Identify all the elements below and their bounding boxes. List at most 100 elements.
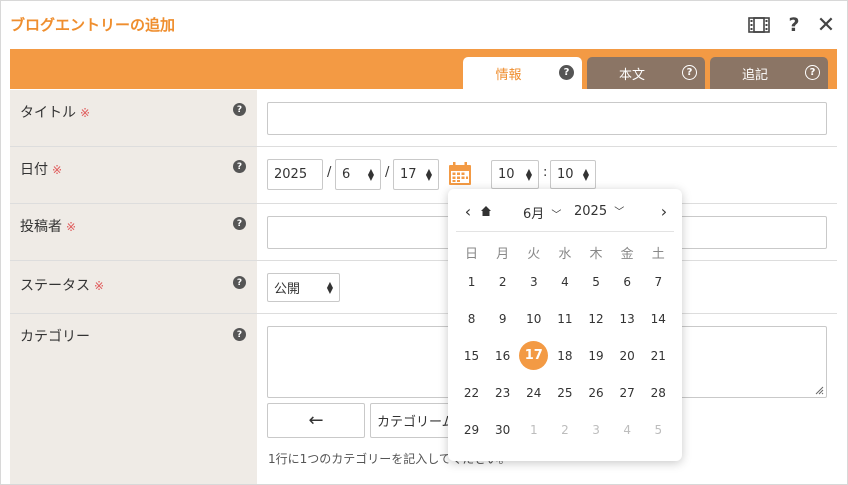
calendar-icon[interactable] <box>447 161 473 187</box>
date-label: 日付 ※ <box>20 162 63 178</box>
day-cell[interactable]: 10 <box>518 304 549 334</box>
day-cell-next-month[interactable]: 3 <box>581 415 612 445</box>
home-icon[interactable] <box>478 202 494 220</box>
film-icon[interactable] <box>747 13 771 37</box>
day-cell[interactable]: 5 <box>581 267 612 297</box>
title-input[interactable] <box>267 102 827 135</box>
day-cell[interactable]: 20 <box>612 341 643 371</box>
day-cell[interactable]: 11 <box>549 304 580 334</box>
day-cell[interactable]: 3 <box>518 267 549 297</box>
day-cell[interactable]: 23 <box>487 378 518 408</box>
week-row: 15 16 17 18 19 20 21 <box>456 337 674 374</box>
datepicker-grid: 日 月 火 水 木 金 土 1 2 3 4 5 6 7 8 9 10 11 12… <box>456 241 674 448</box>
help-icon[interactable]: ? <box>782 13 806 37</box>
row-label-title: タイトル ※ ? <box>10 90 257 146</box>
form-row-date: 日付 ※ ? 2025 / 6 ▲ ▼ / 17 ▲ ▼ 10 ▲ ▼: 10… <box>10 147 837 204</box>
day-cell[interactable]: 25 <box>549 378 580 408</box>
category-help-icon[interactable]: ? <box>233 328 246 341</box>
tab-body-help-icon[interactable]: ? <box>682 65 697 80</box>
select-arrows-icon: ▲ ▼ <box>326 279 333 295</box>
day-select[interactable]: 17 ▲ ▼ <box>393 159 439 190</box>
month-dropdown-label: 6月 <box>523 207 545 222</box>
form-row-category: カテゴリー ? ← カテゴリーム 1行に1つのカテゴリーを記入してください。 <box>10 314 837 484</box>
day-cell[interactable]: 13 <box>612 304 643 334</box>
year-input[interactable]: 2025 <box>267 159 323 190</box>
day-cell[interactable]: 1 <box>456 267 487 297</box>
month-select[interactable]: 6 ▲ ▼ <box>335 159 381 190</box>
week-row: 22 23 24 25 26 27 28 <box>456 374 674 411</box>
datepicker-divider <box>456 231 674 232</box>
author-help-icon[interactable]: ? <box>233 217 246 230</box>
hour-value: 10 <box>498 167 515 182</box>
dialog-title: ブログエントリーの追加 <box>10 16 176 34</box>
day-cell[interactable]: 2 <box>487 267 518 297</box>
tab-info-label: 情報 <box>495 67 522 83</box>
day-cell[interactable]: 7 <box>643 267 674 297</box>
day-cell[interactable]: 4 <box>549 267 580 297</box>
month-dropdown[interactable]: 6月 ﹀ <box>523 203 561 222</box>
required-mark: ※ <box>52 163 63 177</box>
author-label: 投稿者 ※ <box>20 219 77 235</box>
tab-extra-label: 追記 <box>741 67 768 83</box>
day-cell[interactable]: 27 <box>612 378 643 408</box>
day-cell-next-month[interactable]: 2 <box>549 415 580 445</box>
day-cell-next-month[interactable]: 4 <box>612 415 643 445</box>
weekday-label: 月 <box>496 246 510 262</box>
day-cell-selected[interactable]: 17 <box>518 341 549 371</box>
day-cell-next-month[interactable]: 5 <box>643 415 674 445</box>
day-cell[interactable]: 8 <box>456 304 487 334</box>
dialog-titlebar: ブログエントリーの追加 ? ✕ <box>1 1 847 49</box>
day-cell[interactable]: 19 <box>581 341 612 371</box>
weekday-label: 木 <box>589 246 603 262</box>
day-cell[interactable]: 28 <box>643 378 674 408</box>
tab-extra-help-icon[interactable]: ? <box>805 65 820 80</box>
status-select[interactable]: 公開 ▲ ▼ <box>267 273 340 302</box>
row-label-author: 投稿者 ※ ? <box>10 204 257 260</box>
day-cell[interactable]: 14 <box>643 304 674 334</box>
add-blog-entry-dialog: ブログエントリーの追加 ? ✕ 情報 ? 本文 ? 追記 ? タイトル ※ ? … <box>0 0 848 485</box>
minute-select[interactable]: 10 ▲ ▼ <box>550 160 596 189</box>
day-cell[interactable]: 29 <box>456 415 487 445</box>
day-cell[interactable]: 24 <box>518 378 549 408</box>
time-separator: : <box>543 165 548 180</box>
weekday-label: 水 <box>558 246 572 262</box>
chevron-right-icon[interactable]: › <box>656 201 672 221</box>
day-cell[interactable]: 12 <box>581 304 612 334</box>
day-cell[interactable]: 21 <box>643 341 674 371</box>
tab-extra[interactable]: 追記 ? <box>710 57 828 89</box>
row-label-date: 日付 ※ ? <box>10 147 257 203</box>
title-help-icon[interactable]: ? <box>233 103 246 116</box>
week-row: 29 30 1 2 3 4 5 <box>456 411 674 448</box>
datepicker-popup: ‹ 6月 ﹀ 2025 ﹀ › 日 月 火 水 木 金 土 1 2 3 4 5 … <box>448 189 682 461</box>
day-cell[interactable]: 26 <box>581 378 612 408</box>
back-arrow-button[interactable]: ← <box>267 403 365 438</box>
resize-grip-icon[interactable] <box>814 385 824 395</box>
tab-body[interactable]: 本文 ? <box>587 57 705 89</box>
close-icon[interactable]: ✕ <box>814 13 838 38</box>
chevron-down-icon: ﹀ <box>551 210 562 221</box>
date-help-icon[interactable]: ? <box>233 160 246 173</box>
day-cell[interactable]: 16 <box>487 341 518 371</box>
tab-info-help-icon[interactable]: ? <box>559 65 574 80</box>
title-label: タイトル ※ <box>20 105 91 121</box>
form-row-title: タイトル ※ ? <box>10 90 837 147</box>
day-cell[interactable]: 15 <box>456 341 487 371</box>
day-cell[interactable]: 6 <box>612 267 643 297</box>
tab-info[interactable]: 情報 ? <box>463 57 582 89</box>
day-cell[interactable]: 18 <box>549 341 580 371</box>
select-arrows-icon: ▲ ▼ <box>367 166 374 182</box>
date-separator: / <box>385 165 390 180</box>
form-row-status: ステータス ※ ? 公開 ▲ ▼ <box>10 261 837 314</box>
day-cell[interactable]: 30 <box>487 415 518 445</box>
row-label-status: ステータス ※ ? <box>10 261 257 313</box>
status-label: ステータス ※ <box>20 278 105 294</box>
required-mark: ※ <box>80 106 91 120</box>
year-dropdown[interactable]: 2025 ﹀ <box>574 203 624 219</box>
day-cell[interactable]: 22 <box>456 378 487 408</box>
chevron-left-icon[interactable]: ‹ <box>460 201 476 221</box>
chevron-down-icon: ﹀ <box>614 207 625 218</box>
day-cell[interactable]: 9 <box>487 304 518 334</box>
hour-select[interactable]: 10 ▲ ▼ <box>491 160 539 189</box>
status-help-icon[interactable]: ? <box>233 276 246 289</box>
day-cell-next-month[interactable]: 1 <box>518 415 549 445</box>
